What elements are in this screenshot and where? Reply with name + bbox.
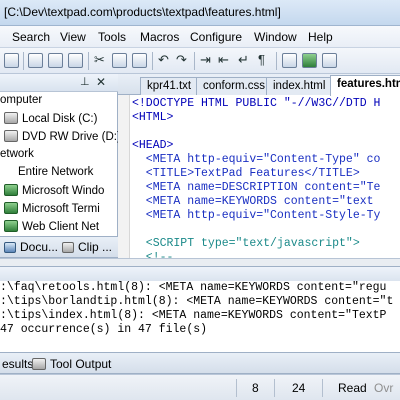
menu-search[interactable]: Search [12, 30, 50, 44]
code-line: <!DOCTYPE HTML PUBLIC "-//W3C//DTD H [132, 97, 381, 110]
bottom-tabs: esults Tool Output [0, 352, 400, 374]
status-separator [322, 379, 323, 397]
clip-library-icon [62, 242, 74, 253]
code-line: <TITLE>TextPad Features</TITLE> [132, 167, 360, 180]
menu-macros[interactable]: Macros [140, 30, 179, 44]
paste-icon[interactable] [132, 53, 147, 68]
explorer-tabs: Docu... Clip ... [0, 236, 118, 258]
tree-item-dvd-drive[interactable]: DVD RW Drive (D:) [4, 130, 121, 148]
status-line: 8 [252, 381, 259, 395]
network-icon [4, 202, 18, 214]
tab-conform-css[interactable]: conform.css [196, 77, 272, 95]
code-line: <META http-equiv="Content-Style-Ty [132, 209, 381, 222]
menu-bar: Search View Tools Macros Configure Windo… [0, 26, 400, 48]
status-separator [236, 379, 237, 397]
menu-view[interactable]: View [60, 30, 86, 44]
copy-icon[interactable] [112, 53, 127, 68]
status-separator [274, 379, 275, 397]
code-line: <SCRIPT type="text/javascript"> [132, 237, 360, 250]
toolbar-separator [152, 52, 153, 70]
code-line: <!-- [132, 251, 174, 258]
code-line: <META name=KEYWORDS content="text [132, 195, 374, 208]
word-wrap-icon[interactable]: ↵ [238, 52, 249, 68]
menu-configure[interactable]: Configure [190, 30, 242, 44]
tree-item-microsoft-windows-network[interactable]: Microsoft Windo [4, 184, 104, 202]
toolbar: ✂ ↶ ↷ ⇥ ⇤ ↵ ¶ [0, 48, 400, 74]
undo-icon[interactable]: ↶ [158, 52, 169, 68]
editor-gutter [118, 95, 130, 258]
menu-tools[interactable]: Tools [98, 30, 126, 44]
tree-item-entire-network[interactable]: Entire Network [18, 166, 93, 184]
output-line[interactable]: :\tips\index.html(8): <META name=KEYWORD… [0, 309, 386, 323]
output-panel: :\faq\retools.html(8): <META name=KEYWOR… [0, 266, 400, 352]
outdent-icon[interactable]: ⇤ [218, 52, 229, 68]
pilcrow-icon[interactable]: ¶ [258, 52, 265, 67]
window-title: [C:\Dev\textpad.com\products\textpad\fea… [4, 5, 281, 19]
network-icon [4, 184, 18, 196]
spell-check-icon[interactable] [68, 53, 83, 68]
toolbar-separator [194, 52, 195, 70]
toolbar-separator [88, 52, 89, 70]
print-icon[interactable] [28, 53, 43, 68]
pin-icon[interactable]: ⊥ [80, 75, 90, 88]
tree-item-local-disk[interactable]: Local Disk (C:) [4, 112, 97, 130]
output-header [0, 267, 400, 281]
title-bar: [C:\Dev\textpad.com\products\textpad\fea… [0, 0, 400, 26]
code-editor[interactable]: <!DOCTYPE HTML PUBLIC "-//W3C//DTD H <HT… [118, 95, 400, 258]
dvd-drive-icon [4, 130, 18, 142]
tab-search-results[interactable]: esults [2, 357, 33, 371]
toolbar-separator [276, 52, 277, 70]
close-icon[interactable]: ✕ [96, 75, 106, 89]
toolbar-separator [23, 52, 24, 70]
tree-item-microsoft-terminal[interactable]: Microsoft Termi [4, 202, 100, 220]
status-bar: 8 24 Read Ovr [0, 374, 400, 400]
drive-icon [4, 112, 18, 124]
tab-documents[interactable]: Docu... [4, 240, 58, 254]
tool-output-icon [32, 358, 46, 370]
explorer-header: ✕ ⊥ [0, 74, 118, 92]
documents-icon [4, 242, 16, 253]
output-summary: 47 occurrence(s) in 47 file(s) [0, 323, 208, 336]
document-tabs: kpr41.txt conform.css index.html feature… [118, 74, 400, 96]
output-line[interactable]: :\tips\borlandtip.html(8): <META name=KE… [0, 295, 393, 309]
menu-help[interactable]: Help [308, 30, 333, 44]
tab-tool-output[interactable]: Tool Output [32, 357, 111, 371]
status-overwrite: Ovr [374, 381, 394, 395]
tab-features-html[interactable]: features.htm [330, 75, 400, 96]
output-line[interactable]: :\faq\retools.html(8): <META name=KEYWOR… [0, 281, 386, 295]
code-line: <META http-equiv="Content-Type" co [132, 153, 381, 166]
horizontal-scrollbar[interactable] [0, 258, 400, 266]
menu-window[interactable]: Window [254, 30, 297, 44]
print-preview-icon[interactable] [48, 53, 63, 68]
explorer-panel: ✕ ⊥ omputer Local Disk (C:) DVD RW Drive… [0, 74, 121, 236]
editor-area: kpr41.txt conform.css index.html feature… [118, 74, 400, 258]
indent-icon[interactable]: ⇥ [200, 52, 211, 68]
options-icon[interactable] [322, 53, 337, 68]
code-line: <META name=DESCRIPTION content="Te [132, 181, 381, 194]
tree-item-network[interactable]: etwork [0, 148, 34, 166]
status-read-mode: Read [338, 381, 367, 395]
tree-item-computer[interactable]: omputer [0, 94, 42, 112]
code-line: <HTML> [132, 111, 174, 124]
browser-icon[interactable] [302, 53, 317, 68]
redo-icon[interactable]: ↷ [176, 52, 187, 68]
status-column: 24 [292, 381, 306, 395]
tab-kpr41-txt[interactable]: kpr41.txt [140, 77, 199, 95]
network-icon [4, 220, 18, 232]
tools-icon[interactable] [282, 53, 297, 68]
cut-icon[interactable]: ✂ [94, 52, 105, 68]
tab-index-html[interactable]: index.html [266, 77, 333, 95]
open-icon[interactable] [4, 53, 19, 68]
code-line: <HEAD> [132, 139, 174, 152]
tab-clip-library[interactable]: Clip ... [62, 240, 112, 254]
